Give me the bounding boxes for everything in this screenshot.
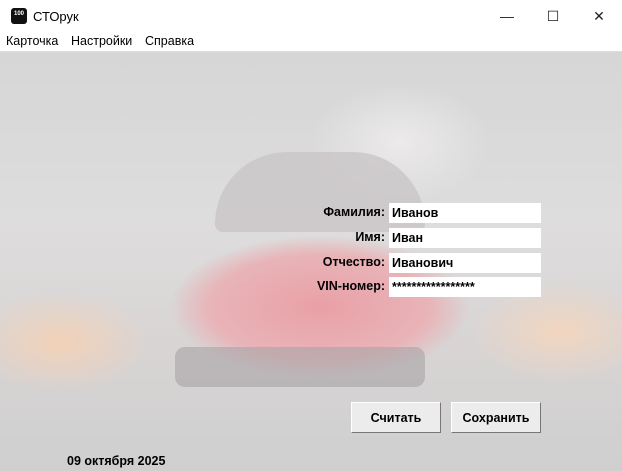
vin-input[interactable] [389, 277, 541, 297]
first-name-input[interactable] [389, 228, 541, 248]
app-icon: 100 [11, 8, 27, 24]
menu-help[interactable]: Справка [145, 34, 194, 48]
menu-bar: Карточка Настройки Справка [0, 32, 622, 52]
minimize-button[interactable]: — [484, 0, 530, 32]
vin-label: VIN-номер: [316, 279, 385, 293]
last-name-input[interactable] [389, 203, 541, 223]
last-name-label: Фамилия: [323, 205, 385, 219]
close-button[interactable]: ✕ [576, 0, 622, 32]
menu-card[interactable]: Карточка [6, 34, 58, 48]
menu-settings[interactable]: Настройки [71, 34, 132, 48]
window-title: СТОрук [33, 9, 79, 24]
title-bar: 100 СТОрук — ☐ ✕ [0, 0, 622, 32]
car-grill [175, 347, 425, 387]
read-button[interactable]: Считать [351, 402, 441, 433]
background-image: Фамилия: Имя: Отчество: VIN-номер: Счита… [0, 52, 622, 471]
date-label: 09 октября 2025 [67, 454, 166, 468]
first-name-label: Имя: [355, 230, 385, 244]
save-button[interactable]: Сохранить [451, 402, 541, 433]
maximize-button[interactable]: ☐ [530, 0, 576, 32]
patronymic-input[interactable] [389, 253, 541, 273]
patronymic-label: Отчество: [322, 255, 385, 269]
